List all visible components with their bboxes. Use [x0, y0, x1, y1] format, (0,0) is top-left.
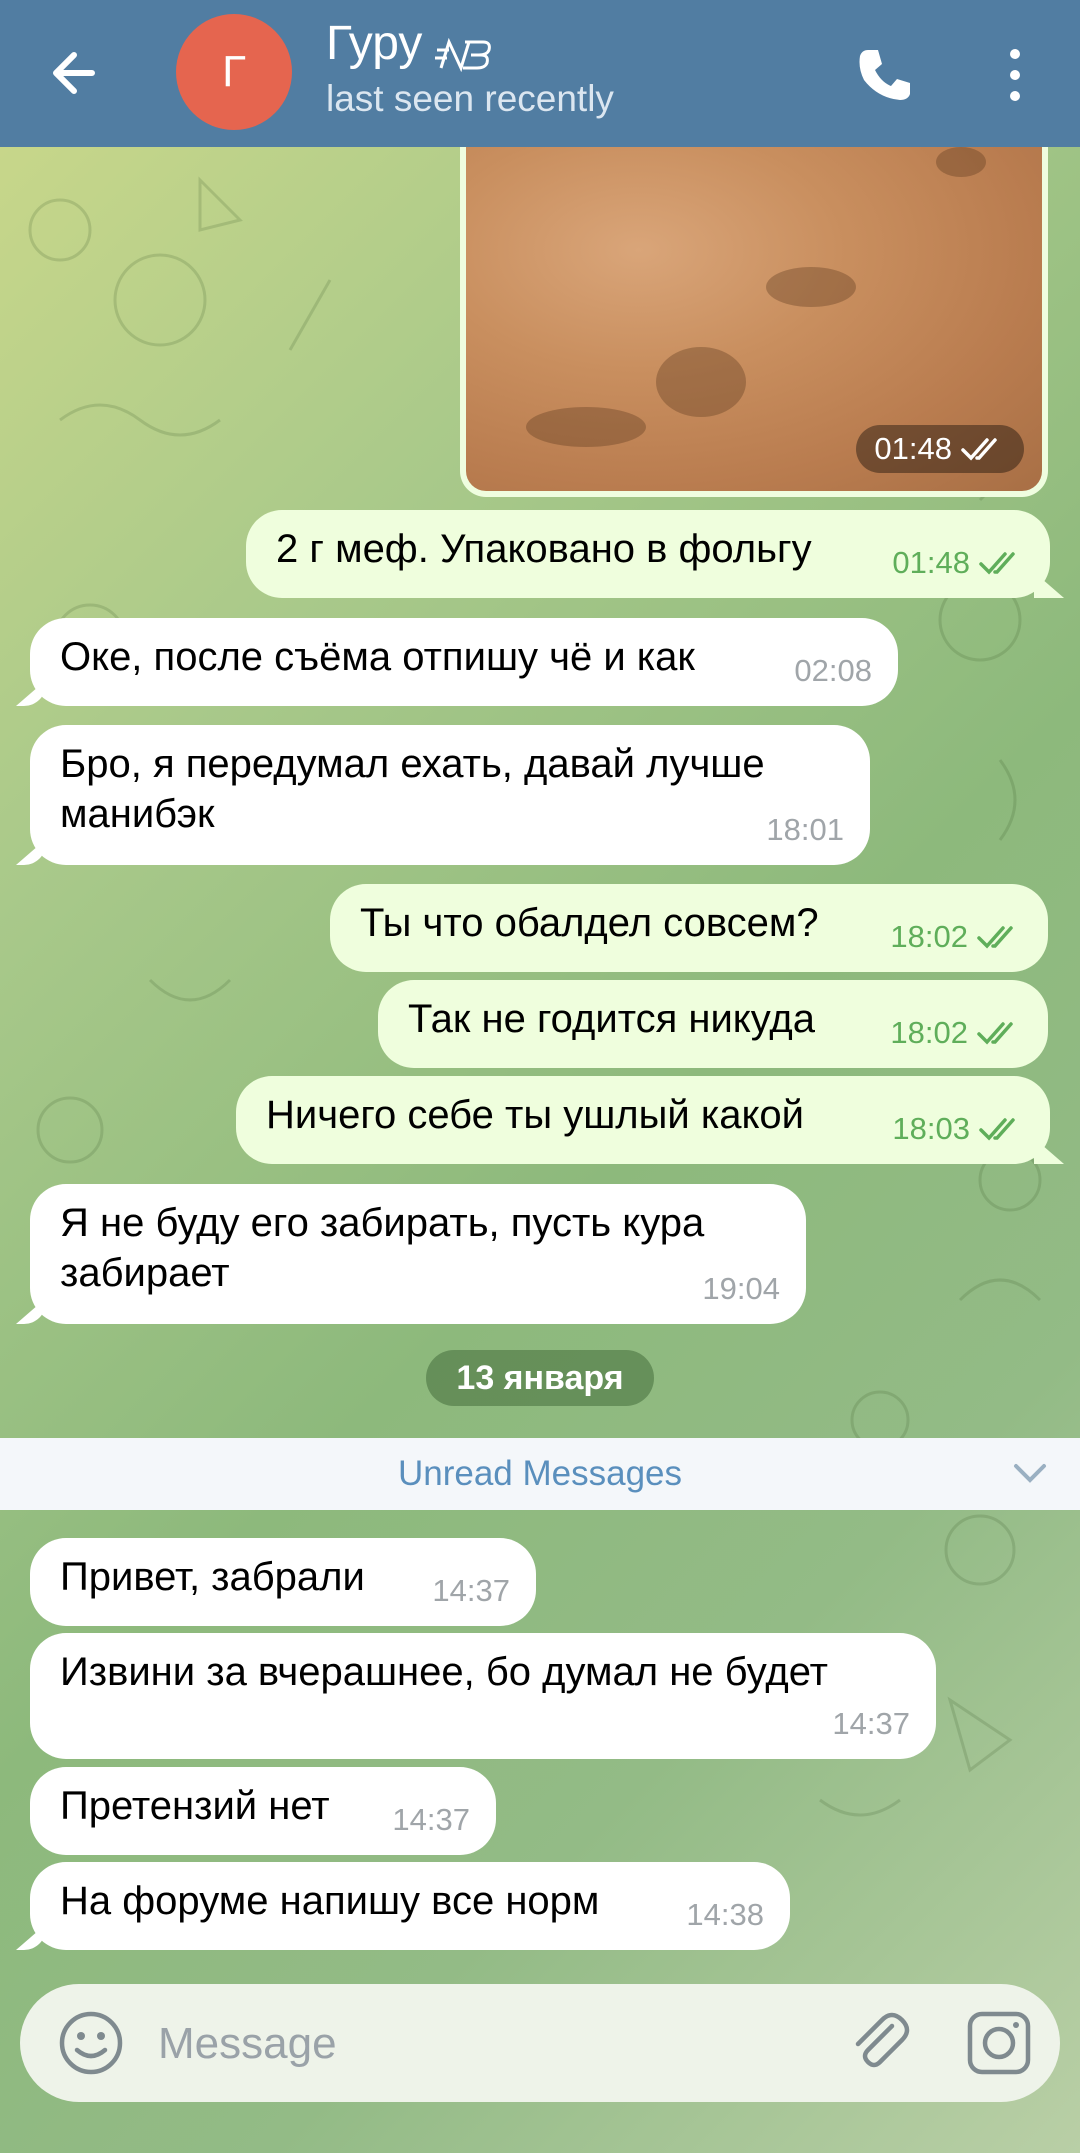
- double-check-icon: [979, 552, 1015, 575]
- message-meta: 01:48: [892, 538, 1024, 588]
- message-outgoing[interactable]: Ты что обалдел совсем? 18:02: [330, 884, 1048, 972]
- message-incoming[interactable]: Я не буду его забирать, пусть кура забир…: [30, 1184, 806, 1324]
- message-incoming[interactable]: Претензий нет 14:37: [30, 1767, 496, 1855]
- smile-icon[interactable]: [56, 2008, 126, 2078]
- message-meta: 14:37: [832, 1699, 910, 1749]
- message-time: 14:37: [392, 1802, 470, 1837]
- message-text: Ты что обалдел совсем?: [360, 901, 819, 945]
- arrow-left-icon[interactable]: [40, 38, 110, 108]
- message-time: 18:01: [766, 812, 844, 847]
- photo-detail: [526, 407, 646, 447]
- double-check-icon: [979, 1118, 1015, 1141]
- double-check-icon: [977, 1022, 1013, 1045]
- phone-icon[interactable]: [850, 40, 920, 110]
- message-time: 14:37: [432, 1573, 510, 1608]
- message-time: 19:04: [702, 1271, 780, 1306]
- message-text: Так не годится никуда: [408, 997, 815, 1041]
- message-meta: 18:02: [890, 1008, 1022, 1058]
- photo-detail: [936, 147, 986, 177]
- message-incoming[interactable]: Привет, забрали 14:37: [30, 1538, 536, 1626]
- message-outgoing[interactable]: 2 г меф. Упаковано в фольгу 01:48: [246, 510, 1050, 598]
- message-time: 02:08: [794, 653, 872, 688]
- message-text: Я не буду его забирать, пусть кура забир…: [60, 1201, 705, 1295]
- chat-title: Гуру: [326, 17, 423, 70]
- double-check-icon: [977, 926, 1013, 949]
- message-time: 14:37: [832, 1706, 910, 1741]
- message-meta: 02:08: [794, 646, 872, 696]
- avatar[interactable]: Г: [176, 14, 292, 130]
- message-text: Извини за вчерашнее, бо думал не будет: [60, 1650, 828, 1694]
- message-text: Претензий нет: [60, 1784, 330, 1828]
- message-meta: 14:37: [432, 1566, 510, 1616]
- new-balance-logo-icon: [434, 37, 491, 72]
- photo-timestamp: 01:48: [856, 425, 1024, 473]
- more-vertical-icon[interactable]: [990, 40, 1040, 110]
- photo-time-text: 01:48: [874, 431, 952, 466]
- double-check-icon: [961, 438, 997, 461]
- message-meta: 19:04: [702, 1264, 780, 1314]
- photo-detail: [656, 347, 746, 417]
- message-text: Привет, забрали: [60, 1555, 365, 1599]
- message-time: 01:48: [892, 545, 970, 580]
- message-incoming[interactable]: Оке, после съёма отпишу чё и как 02:08: [30, 618, 898, 706]
- chat-title-block[interactable]: Гуру: [326, 16, 495, 72]
- message-time: 18:03: [892, 1111, 970, 1146]
- date-separator: 13 января: [426, 1350, 654, 1406]
- message-outgoing[interactable]: Так не годится никуда 18:02: [378, 980, 1048, 1068]
- message-composer: [20, 1984, 1060, 2102]
- chat-header: Г Гуру last seen recently: [0, 0, 1080, 147]
- message-time: 14:38: [686, 1897, 764, 1932]
- message-input[interactable]: [156, 2008, 720, 2080]
- message-text: Бро, я передумал ехать, давай лучше мани…: [60, 742, 765, 836]
- message-incoming[interactable]: Извини за вчерашнее, бо думал не будет 1…: [30, 1633, 936, 1759]
- message-text: Ничего себе ты ушлый какой: [266, 1093, 804, 1137]
- message-time: 18:02: [890, 1015, 968, 1050]
- message-incoming[interactable]: Бро, я передумал ехать, давай лучше мани…: [30, 725, 870, 865]
- photo-detail: [766, 267, 856, 307]
- unread-messages-bar[interactable]: Unread Messages: [0, 1438, 1080, 1510]
- message-time: 18:02: [890, 919, 968, 954]
- unread-label: Unread Messages: [397, 1454, 683, 1493]
- message-meta: 14:37: [392, 1795, 470, 1845]
- message-text: На форуме напишу все норм: [60, 1879, 600, 1923]
- avatar-letter: Г: [222, 47, 246, 96]
- camera-icon[interactable]: [964, 2008, 1034, 2078]
- message-text: Оке, после съёма отпишу чё и как: [60, 635, 695, 679]
- message-meta: 18:01: [766, 805, 844, 855]
- message-incoming[interactable]: На форуме напишу все норм 14:38: [30, 1862, 790, 1950]
- message-meta: 18:02: [890, 912, 1022, 962]
- photo-message[interactable]: 01:48: [460, 147, 1048, 497]
- chevron-down-icon[interactable]: [1010, 1458, 1050, 1488]
- message-text: 2 г меф. Упаковано в фольгу: [276, 527, 812, 571]
- message-meta: 14:38: [686, 1890, 764, 1940]
- paperclip-icon[interactable]: [844, 2006, 916, 2078]
- chat-status: last seen recently: [326, 78, 614, 119]
- message-outgoing[interactable]: Ничего себе ты ушлый какой 18:03: [236, 1076, 1050, 1164]
- message-meta: 18:03: [892, 1104, 1024, 1154]
